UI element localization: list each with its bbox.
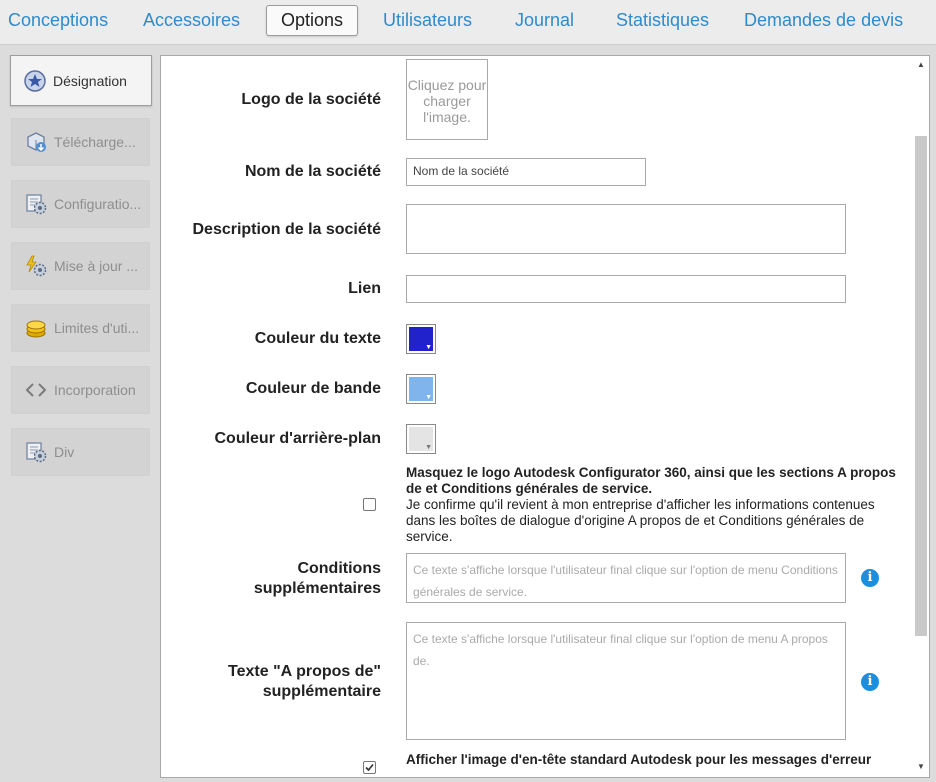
checkmark-icon xyxy=(365,763,374,772)
sidebar-item-configuration[interactable]: Configuratio... xyxy=(11,180,150,228)
additional-about-textarea[interactable]: Ce texte s'affiche lorsque l'utilisateur… xyxy=(406,622,846,740)
sidebar-item-label: Mise à jour ... xyxy=(54,258,139,274)
link-label: Lien xyxy=(348,280,381,297)
sidebar-item-label: Télécharge... xyxy=(54,134,136,150)
star-badge-icon xyxy=(23,69,47,93)
lightning-gear-icon xyxy=(24,254,48,278)
top-tab-bar: Conceptions Accessoires Options Utilisat… xyxy=(0,0,936,45)
sidebar-item-mise-a-jour[interactable]: Mise à jour ... xyxy=(11,242,150,290)
dropdown-arrow-icon: ▼ xyxy=(425,344,432,351)
config-gear-icon xyxy=(24,192,48,216)
logo-label: Logo de la société xyxy=(241,91,381,108)
info-icon[interactable]: i xyxy=(861,673,879,691)
dropdown-arrow-icon: ▼ xyxy=(425,444,432,451)
logo-upload-text: Cliquez pour charger l'image. xyxy=(407,77,487,125)
show-header-image-title: Afficher l'image d'en-tête standard Auto… xyxy=(406,752,872,767)
tab-conceptions[interactable]: Conceptions xyxy=(8,0,108,40)
band-color-picker[interactable]: ▼ xyxy=(406,374,436,404)
company-name-label: Nom de la société xyxy=(244,163,381,180)
sidebar-item-limites[interactable]: Limites d'uti... xyxy=(11,304,150,352)
text-color-swatch: ▼ xyxy=(409,327,433,351)
background-color-label: Couleur d'arrière-plan xyxy=(214,430,381,447)
div-gear-icon xyxy=(24,440,48,464)
hide-logo-text: Masquez le logo Autodesk Configurator 36… xyxy=(406,465,896,545)
dropdown-arrow-icon: ▼ xyxy=(425,394,432,401)
sidebar-item-label: Div xyxy=(54,444,75,460)
coins-icon xyxy=(24,316,48,340)
text-color-label: Couleur du texte xyxy=(254,330,381,347)
sidebar-item-label: Incorporation xyxy=(54,382,136,398)
hide-logo-description: Je confirme qu'il revient à mon entrepri… xyxy=(406,497,875,544)
info-icon[interactable]: i xyxy=(861,569,879,587)
tab-accessoires[interactable]: Accessoires xyxy=(143,0,240,40)
sidebar-item-label: Limites d'uti... xyxy=(54,320,140,336)
scroll-down-arrow-icon[interactable]: ▼ xyxy=(917,762,925,771)
background-color-swatch: ▼ xyxy=(409,427,433,451)
hide-logo-checkbox[interactable] xyxy=(363,498,376,511)
sidebar-item-telechargement[interactable]: Télécharge... xyxy=(11,118,150,166)
company-description-label: Description de la société xyxy=(192,221,381,238)
company-name-input[interactable]: Nom de la société xyxy=(406,158,646,186)
tab-utilisateurs[interactable]: Utilisateurs xyxy=(383,0,472,40)
sidebar-item-incorporation[interactable]: Incorporation xyxy=(11,366,150,414)
tab-statistiques[interactable]: Statistiques xyxy=(616,0,709,40)
vertical-scrollbar[interactable]: ▲ ▼ xyxy=(913,56,929,777)
code-brackets-icon xyxy=(24,378,48,402)
scrollbar-thumb[interactable] xyxy=(915,136,927,636)
tab-demandes-de-devis[interactable]: Demandes de devis xyxy=(744,0,903,40)
tab-options[interactable]: Options xyxy=(266,5,359,36)
band-color-swatch: ▼ xyxy=(409,377,433,401)
sidebar-item-label: Désignation xyxy=(53,72,127,89)
additional-about-label: Texte "A propos de" supplémentaire xyxy=(228,663,381,700)
company-description-input[interactable] xyxy=(406,204,846,254)
band-color-label: Couleur de bande xyxy=(245,380,381,397)
link-input[interactable] xyxy=(406,275,846,303)
logo-upload-box[interactable]: Cliquez pour charger l'image. xyxy=(406,59,488,140)
designation-settings-panel: Logo de la société Cliquez pour charger … xyxy=(160,55,930,778)
scroll-up-arrow-icon[interactable]: ▲ xyxy=(917,60,925,69)
additional-terms-textarea[interactable]: Ce texte s'affiche lorsque l'utilisateur… xyxy=(406,553,846,603)
text-color-picker[interactable]: ▼ xyxy=(406,324,436,354)
sidebar-item-label: Configuratio... xyxy=(54,196,142,212)
background-color-picker[interactable]: ▼ xyxy=(406,424,436,454)
sidebar-item-designation[interactable]: Désignation xyxy=(10,55,152,106)
upload-cube-icon xyxy=(24,130,48,154)
sidebar-item-div[interactable]: Div xyxy=(11,428,150,476)
show-header-image-checkbox[interactable] xyxy=(363,761,376,774)
hide-logo-title: Masquez le logo Autodesk Configurator 36… xyxy=(406,465,896,496)
additional-terms-label: Conditions supplémentaires xyxy=(253,560,381,597)
tab-journal[interactable]: Journal xyxy=(515,0,574,40)
